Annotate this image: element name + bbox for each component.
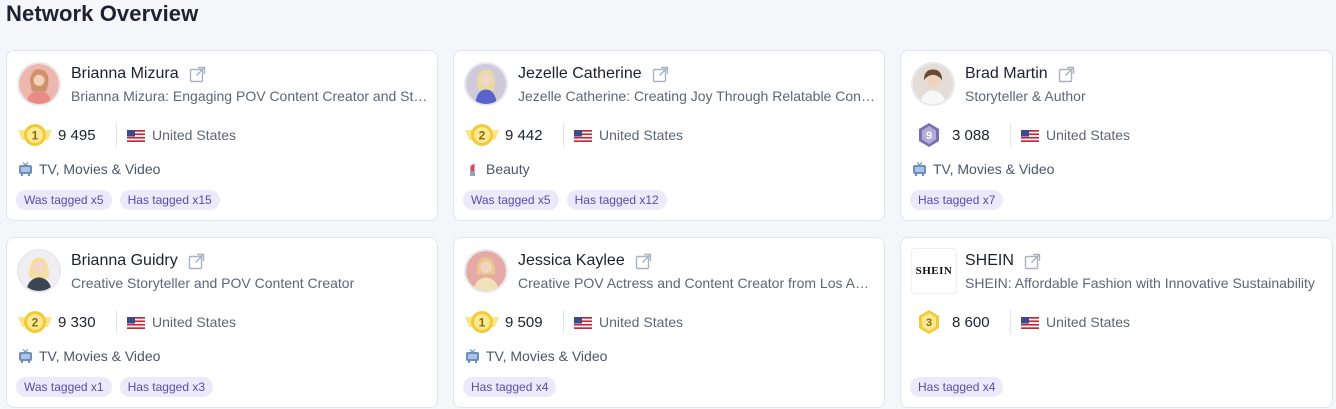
external-link-icon[interactable] (635, 253, 652, 270)
category-label: Beauty (486, 161, 530, 177)
rank-number: 1 (479, 316, 486, 330)
profile-name[interactable]: Brad Martin (965, 65, 1048, 83)
profile-name[interactable]: SHEIN (965, 252, 1014, 270)
category-label: TV, Movies & Video (39, 161, 161, 177)
rank-medal-icon: 9 (910, 121, 948, 149)
profile-name[interactable]: Brianna Guidry (71, 252, 178, 270)
profile-name[interactable]: Brianna Mizura (71, 65, 179, 83)
has-tagged-pill[interactable]: Has tagged x4 (910, 377, 1004, 397)
shein-logo-text: SHEIN (915, 265, 953, 277)
country-label: United States (599, 127, 684, 143)
profile-description: Storyteller & Author (965, 88, 1086, 104)
profile-name[interactable]: Jessica Kaylee (518, 252, 625, 270)
follower-count: 9 330 (58, 313, 96, 331)
country-label: United States (1046, 314, 1131, 330)
category-label: TV, Movies & Video (933, 161, 1055, 177)
profile-card[interactable]: Brad Martin Storyteller & Author 9 3 088… (900, 50, 1333, 221)
us-flag-icon (1021, 129, 1039, 142)
rank-medal-icon: 2 (463, 121, 501, 149)
country-label: United States (599, 314, 684, 330)
profile-name[interactable]: Jezelle Catherine (518, 65, 642, 83)
avatar[interactable] (911, 62, 955, 106)
profile-description: Creative POV Actress and Content Creator… (518, 275, 876, 291)
divider (116, 310, 117, 334)
country-label: United States (152, 314, 237, 330)
avatar[interactable] (17, 249, 61, 293)
tv-icon (912, 161, 927, 177)
profile-description: Jezelle Catherine: Creating Joy Through … (518, 88, 876, 104)
external-link-icon[interactable] (1058, 66, 1075, 83)
tv-icon (18, 161, 33, 177)
divider (563, 310, 564, 334)
rank-number: 2 (479, 129, 486, 143)
divider (1010, 310, 1011, 334)
follower-count: 8 600 (952, 313, 990, 331)
page-title: Network Overview (6, 1, 199, 26)
follower-count: 9 442 (505, 126, 543, 144)
profile-card[interactable]: Brianna Mizura Brianna Mizura: Engaging … (6, 50, 438, 221)
rank-number: 3 (926, 317, 932, 329)
category-label: TV, Movies & Video (486, 348, 608, 364)
was-tagged-pill[interactable]: Was tagged x5 (463, 190, 559, 210)
profile-card[interactable]: Jezelle Catherine Jezelle Catherine: Cre… (453, 50, 885, 221)
rank-medal-icon: 1 (463, 308, 501, 336)
profile-description: Creative Storyteller and POV Content Cre… (71, 275, 355, 291)
divider (116, 123, 117, 147)
profile-card[interactable]: SHEIN SHEIN SHEIN: Affordable Fashion wi… (900, 237, 1333, 408)
us-flag-icon (574, 316, 592, 329)
external-link-icon[interactable] (1024, 253, 1041, 270)
has-tagged-pill[interactable]: Has tagged x3 (119, 377, 213, 397)
rank-number: 9 (926, 130, 932, 142)
has-tagged-pill[interactable]: Has tagged x4 (463, 377, 557, 397)
has-tagged-pill[interactable]: Has tagged x15 (119, 190, 220, 210)
us-flag-icon (1021, 316, 1039, 329)
avatar[interactable] (464, 249, 508, 293)
country-label: United States (152, 127, 237, 143)
category-label: TV, Movies & Video (39, 348, 161, 364)
profile-card[interactable]: Jessica Kaylee Creative POV Actress and … (453, 237, 885, 408)
profile-description: Brianna Mizura: Engaging POV Content Cre… (71, 88, 429, 104)
divider (563, 123, 564, 147)
external-link-icon[interactable] (189, 66, 206, 83)
tv-icon (18, 348, 33, 364)
has-tagged-pill[interactable]: Has tagged x7 (910, 190, 1004, 210)
divider (1010, 123, 1011, 147)
brand-logo[interactable]: SHEIN (911, 248, 957, 294)
rank-medal-icon: 2 (16, 308, 54, 336)
was-tagged-pill[interactable]: Was tagged x1 (16, 377, 112, 397)
profile-card[interactable]: Brianna Guidry Creative Storyteller and … (6, 237, 438, 408)
avatar[interactable] (464, 62, 508, 106)
lipstick-icon (465, 162, 480, 177)
us-flag-icon (127, 316, 145, 329)
external-link-icon[interactable] (188, 253, 205, 270)
us-flag-icon (574, 129, 592, 142)
was-tagged-pill[interactable]: Was tagged x5 (16, 190, 112, 210)
profile-description: SHEIN: Affordable Fashion with Innovativ… (965, 275, 1315, 291)
has-tagged-pill[interactable]: Has tagged x12 (566, 190, 667, 210)
tv-icon (465, 348, 480, 364)
rank-medal-icon: 1 (16, 121, 54, 149)
follower-count: 9 509 (505, 313, 543, 331)
external-link-icon[interactable] (652, 66, 669, 83)
follower-count: 9 495 (58, 126, 96, 144)
follower-count: 3 088 (952, 126, 990, 144)
network-grid: Brianna Mizura Brianna Mizura: Engaging … (6, 50, 1334, 408)
rank-number: 1 (32, 129, 39, 143)
avatar[interactable] (17, 62, 61, 106)
us-flag-icon (127, 129, 145, 142)
rank-number: 2 (32, 316, 39, 330)
rank-medal-icon: 3 (910, 308, 948, 336)
country-label: United States (1046, 127, 1131, 143)
